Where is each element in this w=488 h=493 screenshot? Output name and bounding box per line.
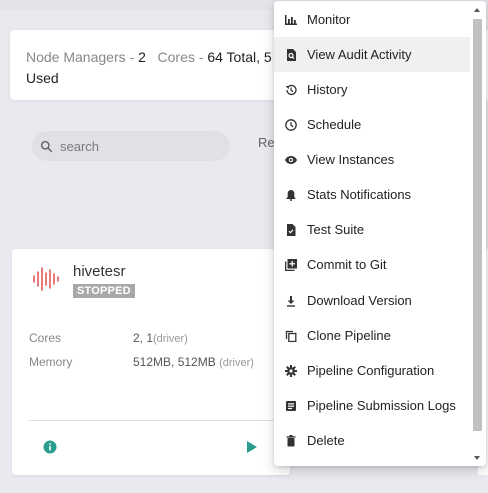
cores-label: Cores - — [157, 49, 208, 65]
menu-item-label: Monitor — [307, 12, 351, 27]
bell-icon — [286, 189, 296, 201]
menu-item-label: Pipeline Configuration — [307, 363, 435, 378]
menu-item-label: Commit to Git — [307, 257, 387, 272]
menu-item-label: View Audit Activity — [307, 47, 412, 62]
status-badge: STOPPED — [73, 284, 135, 298]
menu-item-stats-notifications[interactable]: Stats Notifications — [274, 177, 470, 212]
memory-row-value: 512MB, 512MB (driver) — [133, 355, 254, 369]
cores-row-value: 2, 1(driver) — [133, 331, 188, 345]
audit-doc-icon — [287, 48, 296, 61]
scroll-up-arrow-icon[interactable] — [474, 8, 480, 12]
trash-icon — [286, 434, 296, 446]
menu-item-label: Stats Notifications — [307, 187, 412, 202]
waveform-icon — [33, 267, 59, 291]
logs-icon — [286, 400, 296, 411]
pipeline-actions-menu: Monitor View Audit Activity History Sche… — [274, 1, 486, 466]
menu-item-monitor[interactable]: Monitor — [274, 2, 470, 37]
partial-label: Re — [258, 135, 275, 150]
menu-item-label: Test Suite — [307, 222, 365, 237]
search-icon — [40, 140, 53, 152]
cores-value: 64 Total, 5 — [207, 49, 272, 65]
eye-icon — [285, 155, 297, 164]
menu-item-clone-pipeline[interactable]: Clone Pipeline — [274, 318, 470, 353]
add-box-icon — [285, 258, 297, 271]
memory-row-sub: (driver) — [219, 357, 254, 369]
cores-used-label: Used — [26, 70, 59, 86]
node-managers-value: 2 — [138, 49, 146, 65]
menu-scrollbar[interactable] — [472, 5, 483, 463]
pipeline-name[interactable]: hivetesr — [73, 263, 126, 280]
menu-item-commit-to-git[interactable]: Commit to Git — [274, 247, 470, 282]
menu-item-label: Clone Pipeline — [307, 328, 391, 343]
menu-item-label: Delete — [307, 433, 345, 448]
copy-icon — [285, 330, 297, 342]
menu-item-pipeline-configuration[interactable]: Pipeline Configuration — [274, 353, 470, 388]
info-icon[interactable] — [43, 440, 57, 454]
download-icon — [287, 295, 295, 307]
gear-icon — [285, 364, 297, 377]
menu-item-history[interactable]: History — [274, 72, 470, 107]
test-file-icon — [287, 223, 296, 236]
menu-item-label: Download Version — [307, 293, 412, 308]
cluster-summary-card: Node Managers - 2 Cores - 64 Total, 5 Us… — [10, 30, 300, 100]
menu-item-label: Schedule — [307, 117, 362, 132]
clock-icon — [285, 118, 297, 131]
menu-item-schedule[interactable]: Schedule — [274, 107, 470, 142]
scroll-down-arrow-icon[interactable] — [474, 456, 480, 460]
search-box[interactable] — [32, 131, 230, 161]
play-icon[interactable] — [246, 441, 258, 453]
scrollbar-thumb[interactable] — [473, 19, 482, 431]
memory-row-label: Memory — [29, 355, 73, 369]
node-managers-label: Node Managers - — [26, 49, 139, 65]
cores-row-number: 2, 1 — [133, 331, 154, 345]
menu-item-download-version[interactable]: Download Version — [274, 283, 470, 318]
bar-chart-icon — [285, 14, 297, 25]
search-input[interactable] — [60, 138, 220, 154]
memory-row-number: 512MB, 512MB — [133, 355, 216, 369]
menu-item-label: View Instances — [307, 152, 395, 167]
menu-item-delete[interactable]: Delete — [274, 423, 470, 458]
menu-item-label: Pipeline Submission Logs — [307, 398, 456, 413]
card-divider — [28, 420, 274, 421]
pipeline-card[interactable]: hivetesr STOPPED Cores 2, 1(driver) Memo… — [12, 249, 290, 475]
cores-row-label: Cores — [29, 331, 62, 345]
menu-item-label: History — [307, 82, 348, 97]
menu-item-view-audit-activity[interactable]: View Audit Activity — [274, 37, 470, 72]
cores-row-sub: (driver) — [153, 333, 188, 345]
menu-item-view-instances[interactable]: View Instances — [274, 142, 470, 177]
history-icon — [285, 84, 297, 95]
menu-item-pipeline-submission-logs[interactable]: Pipeline Submission Logs — [274, 388, 470, 423]
menu-item-test-suite[interactable]: Test Suite — [274, 212, 470, 247]
